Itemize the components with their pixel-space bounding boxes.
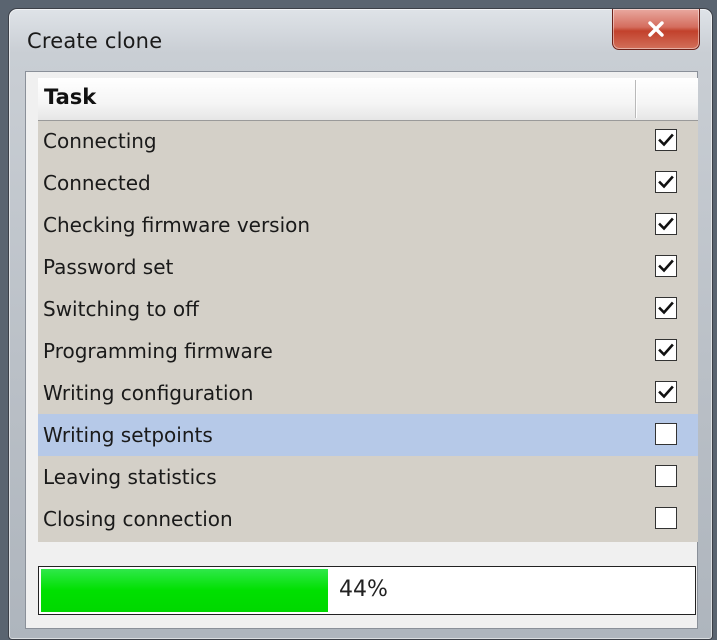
- dialog-content: Task Connecting Connected Checking firmwar…: [25, 71, 698, 629]
- column-header-task[interactable]: Task: [44, 85, 96, 109]
- task-checkbox[interactable]: [655, 255, 677, 277]
- close-button[interactable]: [612, 9, 700, 50]
- task-checkbox[interactable]: [655, 423, 677, 445]
- task-checkbox[interactable]: [655, 507, 677, 529]
- progress-label: 44%: [339, 577, 388, 602]
- task-checkbox[interactable]: [655, 339, 677, 361]
- task-row[interactable]: Writing configuration: [38, 372, 698, 414]
- checkmark-icon: [658, 343, 674, 357]
- checkmark-icon: [658, 175, 674, 189]
- task-checkbox[interactable]: [655, 213, 677, 235]
- task-label: Password set: [43, 255, 174, 279]
- window-title: Create clone: [27, 29, 163, 53]
- title-bar[interactable]: Create clone: [9, 9, 712, 71]
- task-row[interactable]: Checking firmware version: [38, 204, 698, 246]
- checkmark-icon: [658, 385, 674, 399]
- task-row[interactable]: Programming firmware: [38, 330, 698, 372]
- task-label: Connected: [43, 171, 151, 195]
- checkmark-icon: [658, 217, 674, 231]
- task-row[interactable]: Switching to off: [38, 288, 698, 330]
- task-label: Writing setpoints: [43, 423, 213, 447]
- progress-fill: [41, 569, 328, 612]
- task-list: Task Connecting Connected Checking firmwar…: [38, 78, 698, 542]
- checkmark-icon: [658, 133, 674, 147]
- task-row[interactable]: Closing connection: [38, 498, 698, 540]
- create-clone-dialog: Create clone Task Connecting Connected Che…: [8, 8, 713, 640]
- task-row[interactable]: Writing setpoints: [38, 414, 698, 456]
- progress-bar: 44%: [38, 566, 696, 615]
- task-checkbox[interactable]: [655, 381, 677, 403]
- task-label: Programming firmware: [43, 339, 273, 363]
- task-label: Connecting: [43, 129, 157, 153]
- task-label: Checking firmware version: [43, 213, 311, 237]
- task-checkbox[interactable]: [655, 129, 677, 151]
- checkmark-icon: [658, 259, 674, 273]
- task-list-header: Task: [38, 78, 698, 121]
- task-row[interactable]: Connected: [38, 162, 698, 204]
- column-divider[interactable]: [635, 80, 636, 118]
- task-label: Leaving statistics: [43, 465, 217, 489]
- task-row[interactable]: Password set: [38, 246, 698, 288]
- task-row[interactable]: Connecting: [38, 120, 698, 162]
- task-label: Switching to off: [43, 297, 199, 321]
- close-icon: [648, 21, 664, 37]
- task-row[interactable]: Leaving statistics: [38, 456, 698, 498]
- task-checkbox[interactable]: [655, 171, 677, 193]
- task-checkbox[interactable]: [655, 297, 677, 319]
- task-label: Writing configuration: [43, 381, 254, 405]
- task-checkbox[interactable]: [655, 465, 677, 487]
- task-label: Closing connection: [43, 507, 233, 531]
- checkmark-icon: [658, 301, 674, 315]
